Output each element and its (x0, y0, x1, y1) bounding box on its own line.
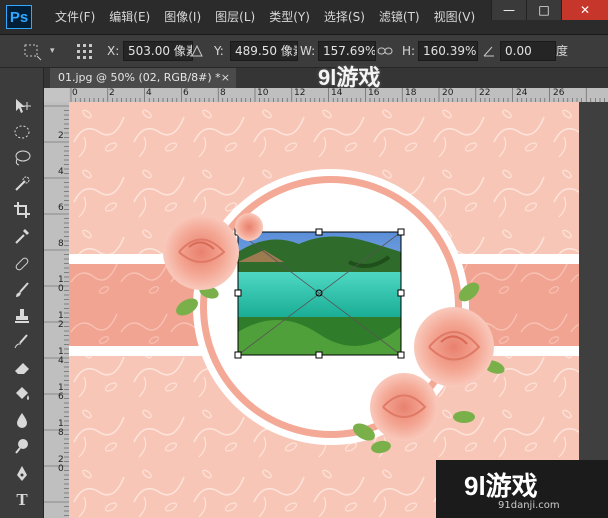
menu-bar: Ps 文件(F) 编辑(E) 图像(I) 图层(L) 类型(Y) 选择(S) 滤… (0, 0, 608, 35)
ruler-v-label: 1 4 (58, 347, 64, 366)
document-canvas[interactable] (69, 102, 579, 518)
menu-select[interactable]: 选择(S) (317, 0, 372, 34)
menu-image[interactable]: 图像(I) (157, 0, 208, 34)
ruler-h-label: 26 (553, 88, 565, 98)
watermark-logo-bottom: 9l游戏 (464, 471, 538, 501)
document-tab-title: 01.jpg @ 50% (02, RGB/8#) * (58, 71, 221, 84)
reference-point-icon[interactable] (74, 41, 94, 61)
watermark-url-bottom: 91danji.com (498, 500, 560, 511)
dodge-tool-icon[interactable] (8, 436, 36, 460)
menu-filter[interactable]: 滤镜(T) (372, 0, 427, 34)
ruler-v-label: 6 (58, 203, 64, 213)
ruler-h-label: 10 (257, 88, 269, 98)
history-brush-icon[interactable] (8, 332, 36, 356)
ruler-h-label: 6 (183, 88, 189, 98)
ruler-h-label: 0 (72, 88, 78, 98)
w-label: W: (300, 44, 316, 58)
y-label: Y: (214, 44, 224, 58)
main-menu: 文件(F) 编辑(E) 图像(I) 图层(L) 类型(Y) 选择(S) 滤镜(T… (48, 0, 482, 34)
ruler-h-label: 2 (109, 88, 115, 98)
ruler-v-label: 2 0 (58, 455, 64, 474)
ruler-h-label: 8 (220, 88, 226, 98)
ruler-v-label: 8 (58, 239, 64, 249)
ruler-v-label: 1 2 (58, 311, 64, 330)
vertical-ruler[interactable]: 2 4 6 8 1 0 1 2 1 4 1 6 1 8 2 0 (44, 102, 70, 518)
height-field[interactable]: 160.39% (418, 41, 478, 61)
crop-tool-icon[interactable] (8, 200, 36, 224)
ruler-h-label: 16 (368, 88, 380, 98)
pen-tool-icon[interactable] (8, 464, 36, 488)
relative-position-icon[interactable] (190, 41, 204, 61)
lasso-tool-icon[interactable] (8, 148, 36, 172)
minimize-button[interactable]: — (491, 0, 526, 20)
menu-file[interactable]: 文件(F) (48, 0, 102, 34)
tool-preset-dropdown-icon[interactable]: ▾ (50, 41, 55, 61)
horizontal-ruler[interactable]: 0 2 4 6 8 10 12 14 16 18 20 22 24 26 (69, 88, 608, 103)
angle-icon (482, 41, 496, 61)
width-field[interactable]: 157.69% (318, 41, 376, 61)
window-controls: — □ ✕ (491, 0, 608, 20)
ruler-h-label: 24 (516, 88, 528, 98)
h-label: H: (402, 44, 416, 58)
blur-tool-icon[interactable] (8, 410, 36, 434)
menu-layer[interactable]: 图层(L) (208, 0, 262, 34)
transform-tool-icon[interactable] (22, 41, 44, 61)
ruler-h-label: 12 (294, 88, 306, 98)
ruler-v-label: 4 (58, 167, 64, 177)
angle-field[interactable]: 0.00 (500, 41, 556, 61)
menu-type[interactable]: 类型(Y) (262, 0, 317, 34)
options-bar: ▾ X: 503.00 像素 Y: 489.50 像素 W: 157.69% H… (0, 35, 608, 68)
move-tool-icon[interactable] (8, 96, 36, 120)
paint-bucket-icon[interactable] (8, 384, 36, 408)
quick-select-tool-icon[interactable] (8, 174, 36, 198)
document-tab[interactable]: 01.jpg @ 50% (02, RGB/8#) * × (50, 68, 236, 88)
ruler-v-label: 1 6 (58, 383, 64, 402)
tools-panel: T (0, 68, 44, 518)
y-field[interactable]: 489.50 像素 (230, 41, 298, 61)
ruler-v-label: 1 0 (58, 275, 64, 294)
ruler-origin[interactable] (44, 88, 70, 103)
type-tool-icon[interactable]: T (8, 490, 36, 514)
eraser-tool-icon[interactable] (8, 358, 36, 382)
healing-brush-icon[interactable] (8, 254, 36, 278)
angle-unit: 度 (556, 44, 569, 58)
photoshop-logo: Ps (6, 5, 32, 29)
menu-view[interactable]: 视图(V) (427, 0, 483, 34)
marquee-tool-icon[interactable] (8, 122, 36, 146)
ruler-h-label: 14 (331, 88, 343, 98)
ruler-h-label: 4 (146, 88, 152, 98)
close-tab-icon[interactable]: × (221, 68, 230, 88)
link-icon[interactable] (377, 41, 393, 61)
eyedropper-tool-icon[interactable] (8, 226, 36, 250)
close-button[interactable]: ✕ (561, 0, 608, 20)
x-label: X: (107, 44, 120, 58)
vertical-scrollbar[interactable] (579, 102, 608, 518)
brush-tool-icon[interactable] (8, 280, 36, 304)
clone-stamp-icon[interactable] (8, 306, 36, 330)
ruler-v-label: 1 8 (58, 419, 64, 438)
restore-button[interactable]: □ (526, 0, 561, 20)
canvas-artwork (69, 102, 579, 518)
x-field[interactable]: 503.00 像素 (123, 41, 193, 61)
menu-edit[interactable]: 编辑(E) (102, 0, 157, 34)
ruler-v-label: 2 (58, 131, 64, 141)
ruler-h-label: 20 (442, 88, 454, 98)
ruler-h-label: 18 (405, 88, 417, 98)
ruler-h-label: 22 (479, 88, 491, 98)
